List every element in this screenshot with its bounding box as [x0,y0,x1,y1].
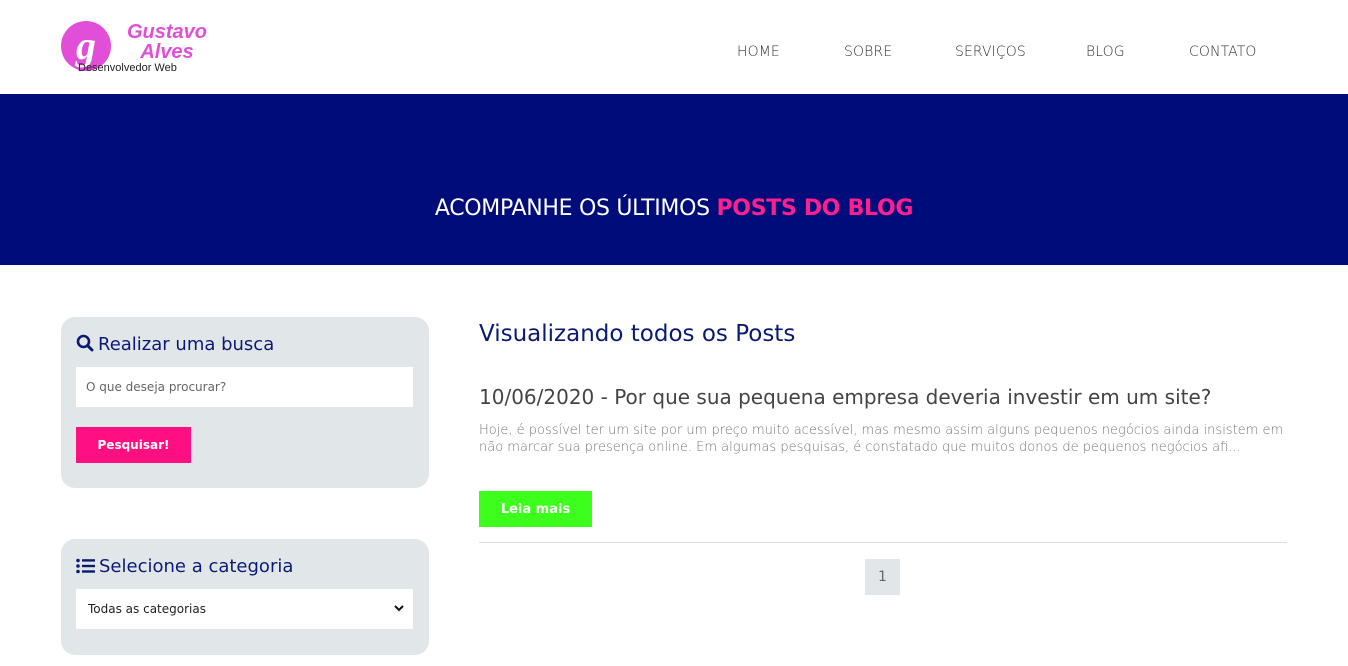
hero-title: ACOMPANHE OS ÚLTIMOS POSTS DO BLOG [0,196,1348,221]
hero-title-highlight: POSTS DO BLOG [716,196,914,221]
nav-contato[interactable]: CONTATO [1189,44,1257,60]
search-input[interactable] [76,367,413,407]
page-title: Visualizando todos os Posts [479,321,796,347]
nav-blog[interactable]: BLOG [1086,44,1125,60]
search-icon [76,334,94,352]
chevron-down-icon [394,605,404,612]
category-card: Selecione a categoria Todas as categoria… [61,539,429,655]
site-header: g Gustavo Alves Desenvolvedor Web HOME S… [0,0,1348,94]
read-more-button[interactable]: Leia mais [479,491,592,527]
divider [479,542,1287,543]
list-icon [76,558,95,574]
hero-title-prefix: ACOMPANHE OS ÚLTIMOS [434,196,717,221]
search-card-title-text: Realizar uma busca [98,334,275,355]
pagination-page-1[interactable]: 1 [865,559,900,595]
logo-name-line1: Gustavo [126,21,208,43]
category-card-title-text: Selecione a categoria [99,556,294,577]
search-card: Realizar uma busca Pesquisar! [61,317,429,488]
post-excerpt: Hoje, é possível ter um site por um preç… [479,423,1284,455]
nav-servicos[interactable]: SERVIÇOS [955,44,1026,60]
search-card-title: Realizar uma busca [76,334,274,355]
category-card-title: Selecione a categoria [76,556,293,577]
nav-home[interactable]: HOME [737,44,780,60]
main-nav: HOME SOBRE SERVIÇOS BLOG CONTATO [0,44,1348,62]
category-select[interactable]: Todas as categorias [76,589,413,629]
nav-sobre[interactable]: SOBRE [844,44,892,60]
logo-subtitle: Desenvolvedor Web [78,62,177,74]
post-title[interactable]: 10/06/2020 - Por que sua pequena empresa… [479,385,1211,409]
search-button[interactable]: Pesquisar! [76,427,191,463]
hero-banner: ACOMPANHE OS ÚLTIMOS POSTS DO BLOG [0,94,1348,265]
category-select-value: Todas as categorias [88,602,206,616]
